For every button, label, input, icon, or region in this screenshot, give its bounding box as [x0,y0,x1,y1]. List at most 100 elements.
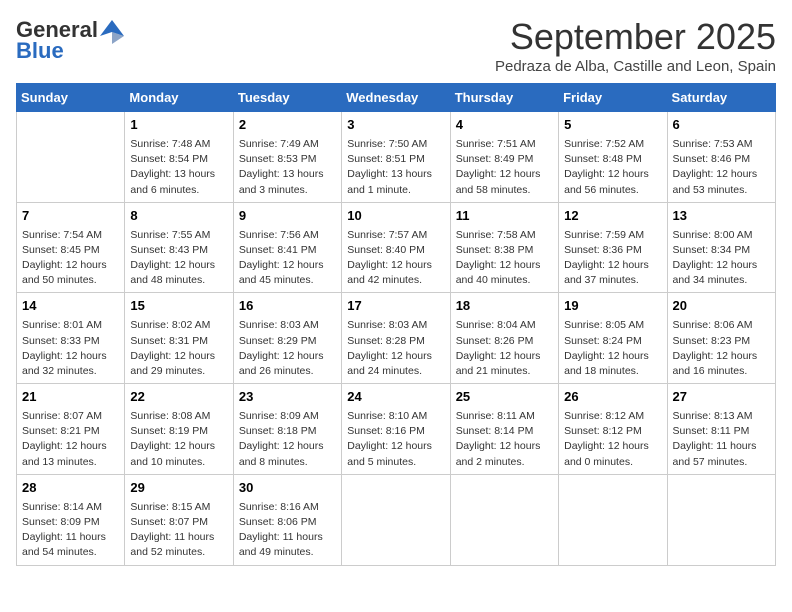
location-subtitle: Pedraza de Alba, Castille and Leon, Spai… [495,58,776,75]
table-row: 29 Sunrise: 8:15 AM Sunset: 8:07 PM Dayli… [125,474,233,565]
day-number: 11 [456,207,553,226]
cell-content: Sunrise: 7:57 AM Sunset: 8:40 PM Dayligh… [347,228,444,289]
logo-icon [98,16,126,44]
col-friday: Friday [559,84,667,112]
table-row: 23Sunrise: 8:09 AM Sunset: 8:18 PM Dayli… [233,384,341,475]
calendar-week-row: 7 Sunrise: 7:54 AM Sunset: 8:45 PM Daylig… [17,202,776,293]
table-row [342,474,450,565]
day-number: 1 [130,116,227,135]
table-row: 30Sunrise: 8:16 AM Sunset: 8:06 PM Dayli… [233,474,341,565]
table-row: 10Sunrise: 7:57 AM Sunset: 8:40 PM Dayli… [342,202,450,293]
table-row: 7 Sunrise: 7:54 AM Sunset: 8:45 PM Daylig… [17,202,125,293]
table-row: 12 Sunrise: 7:59 AM Sunset: 8:36 PM Dayli… [559,202,667,293]
table-row: 9 Sunrise: 7:56 AM Sunset: 8:41 PM Daylig… [233,202,341,293]
day-number: 21 [22,388,119,407]
day-number: 4 [456,116,553,135]
day-number: 18 [456,297,553,316]
calendar-table: Sunday Monday Tuesday Wednesday Thursday… [16,83,776,566]
day-number: 16 [239,297,336,316]
cell-content: Sunrise: 8:11 AM Sunset: 8:14 PM Dayligh… [456,409,553,470]
table-row: 22 Sunrise: 8:08 AM Sunset: 8:19 PM Dayli… [125,384,233,475]
cell-content: Sunrise: 7:53 AM Sunset: 8:46 PM Dayligh… [673,137,770,198]
calendar-week-row: 21 Sunrise: 8:07 AM Sunset: 8:21 PM Dayli… [17,384,776,475]
cell-content: Sunrise: 8:03 AM Sunset: 8:28 PM Dayligh… [347,318,444,379]
cell-content: Sunrise: 8:00 AM Sunset: 8:34 PM Dayligh… [673,228,770,289]
cell-content: Sunrise: 8:16 AM Sunset: 8:06 PM Dayligh… [239,500,336,561]
day-number: 8 [130,207,227,226]
calendar-week-row: 14 Sunrise: 8:01 AM Sunset: 8:33 PM Dayli… [17,293,776,384]
table-row: 25 Sunrise: 8:11 AM Sunset: 8:14 PM Dayli… [450,384,558,475]
cell-content: Sunrise: 7:54 AM Sunset: 8:45 PM Dayligh… [22,228,119,289]
calendar-week-row: 1 Sunrise: 7:48 AM Sunset: 8:54 PM Daylig… [17,112,776,203]
cell-content: Sunrise: 8:02 AM Sunset: 8:31 PM Dayligh… [130,318,227,379]
title-area: September 2025 Pedraza de Alba, Castille… [495,16,776,75]
col-wednesday: Wednesday [342,84,450,112]
cell-content: Sunrise: 7:48 AM Sunset: 8:54 PM Dayligh… [130,137,227,198]
day-number: 9 [239,207,336,226]
table-row [559,474,667,565]
cell-content: Sunrise: 8:09 AM Sunset: 8:18 PM Dayligh… [239,409,336,470]
day-number: 12 [564,207,661,226]
table-row: 15 Sunrise: 8:02 AM Sunset: 8:31 PM Dayli… [125,293,233,384]
day-number: 17 [347,297,444,316]
cell-content: Sunrise: 7:51 AM Sunset: 8:49 PM Dayligh… [456,137,553,198]
day-number: 15 [130,297,227,316]
cell-content: Sunrise: 8:15 AM Sunset: 8:07 PM Dayligh… [130,500,227,561]
table-row: 4 Sunrise: 7:51 AM Sunset: 8:49 PM Daylig… [450,112,558,203]
calendar-header-row: Sunday Monday Tuesday Wednesday Thursday… [17,84,776,112]
col-sunday: Sunday [17,84,125,112]
day-number: 27 [673,388,770,407]
cell-content: Sunrise: 7:59 AM Sunset: 8:36 PM Dayligh… [564,228,661,289]
table-row: 19Sunrise: 8:05 AM Sunset: 8:24 PM Dayli… [559,293,667,384]
table-row [17,112,125,203]
table-row: 11 Sunrise: 7:58 AM Sunset: 8:38 PM Dayli… [450,202,558,293]
cell-content: Sunrise: 8:07 AM Sunset: 8:21 PM Dayligh… [22,409,119,470]
table-row: 14 Sunrise: 8:01 AM Sunset: 8:33 PM Dayli… [17,293,125,384]
cell-content: Sunrise: 7:52 AM Sunset: 8:48 PM Dayligh… [564,137,661,198]
col-monday: Monday [125,84,233,112]
table-row: 27 Sunrise: 8:13 AM Sunset: 8:11 PM Dayli… [667,384,775,475]
day-number: 5 [564,116,661,135]
day-number: 13 [673,207,770,226]
table-row [667,474,775,565]
day-number: 29 [130,479,227,498]
day-number: 14 [22,297,119,316]
table-row: 18Sunrise: 8:04 AM Sunset: 8:26 PM Dayli… [450,293,558,384]
calendar-week-row: 28Sunrise: 8:14 AM Sunset: 8:09 PM Dayli… [17,474,776,565]
table-row: 24Sunrise: 8:10 AM Sunset: 8:16 PM Dayli… [342,384,450,475]
day-number: 7 [22,207,119,226]
day-number: 22 [130,388,227,407]
table-row: 5 Sunrise: 7:52 AM Sunset: 8:48 PM Daylig… [559,112,667,203]
day-number: 26 [564,388,661,407]
col-tuesday: Tuesday [233,84,341,112]
table-row: 6Sunrise: 7:53 AM Sunset: 8:46 PM Daylig… [667,112,775,203]
day-number: 20 [673,297,770,316]
cell-content: Sunrise: 8:13 AM Sunset: 8:11 PM Dayligh… [673,409,770,470]
table-row: 2 Sunrise: 7:49 AM Sunset: 8:53 PM Daylig… [233,112,341,203]
day-number: 3 [347,116,444,135]
cell-content: Sunrise: 7:56 AM Sunset: 8:41 PM Dayligh… [239,228,336,289]
logo: General Blue [16,16,126,64]
table-row: 21 Sunrise: 8:07 AM Sunset: 8:21 PM Dayli… [17,384,125,475]
col-saturday: Saturday [667,84,775,112]
cell-content: Sunrise: 8:01 AM Sunset: 8:33 PM Dayligh… [22,318,119,379]
day-number: 24 [347,388,444,407]
cell-content: Sunrise: 8:08 AM Sunset: 8:19 PM Dayligh… [130,409,227,470]
col-thursday: Thursday [450,84,558,112]
day-number: 25 [456,388,553,407]
table-row: 3 Sunrise: 7:50 AM Sunset: 8:51 PM Daylig… [342,112,450,203]
table-row: 13 Sunrise: 8:00 AM Sunset: 8:34 PM Dayli… [667,202,775,293]
cell-content: Sunrise: 7:58 AM Sunset: 8:38 PM Dayligh… [456,228,553,289]
cell-content: Sunrise: 7:49 AM Sunset: 8:53 PM Dayligh… [239,137,336,198]
table-row: 20 Sunrise: 8:06 AM Sunset: 8:23 PM Dayli… [667,293,775,384]
cell-content: Sunrise: 8:06 AM Sunset: 8:23 PM Dayligh… [673,318,770,379]
table-row: 16 Sunrise: 8:03 AM Sunset: 8:29 PM Dayli… [233,293,341,384]
cell-content: Sunrise: 8:03 AM Sunset: 8:29 PM Dayligh… [239,318,336,379]
table-row: 28Sunrise: 8:14 AM Sunset: 8:09 PM Dayli… [17,474,125,565]
table-row [450,474,558,565]
logo-blue: Blue [16,38,64,63]
cell-content: Sunrise: 7:50 AM Sunset: 8:51 PM Dayligh… [347,137,444,198]
cell-content: Sunrise: 7:55 AM Sunset: 8:43 PM Dayligh… [130,228,227,289]
day-number: 2 [239,116,336,135]
cell-content: Sunrise: 8:12 AM Sunset: 8:12 PM Dayligh… [564,409,661,470]
